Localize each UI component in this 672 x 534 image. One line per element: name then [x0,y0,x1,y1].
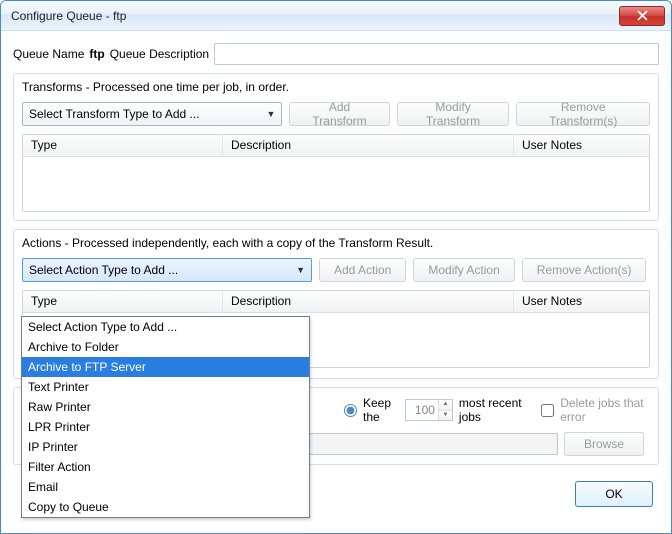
ok-button[interactable]: OK [575,481,653,507]
browse-button[interactable]: Browse [564,432,644,456]
keep-recent-radio[interactable] [344,404,357,417]
transforms-title: Transforms - Processed one time per job,… [22,80,650,94]
chevron-down-icon: ▼ [266,109,275,119]
action-type-combo-text: Select Action Type to Add ... [29,263,178,277]
spinner-down-icon[interactable]: ▼ [439,411,452,421]
transforms-table: Type Description User Notes [22,134,650,212]
col-type[interactable]: Type [23,291,223,312]
col-description[interactable]: Description [223,135,514,156]
transform-type-combo[interactable]: Select Transform Type to Add ... ▼ [22,102,282,126]
close-icon [637,10,648,21]
dropdown-option[interactable]: Copy to Queue [22,497,309,517]
col-description[interactable]: Description [223,291,514,312]
add-transform-button[interactable]: Add Transform [289,102,389,126]
recent-count-spinner[interactable]: ▲ ▼ [405,399,453,421]
recent-jobs-label: most recent jobs [459,396,525,424]
transforms-group: Transforms - Processed one time per job,… [13,73,659,221]
chevron-down-icon: ▼ [296,265,305,275]
dropdown-option[interactable]: Raw Printer [22,397,309,417]
queue-description-label: Queue Description [110,47,209,61]
close-button[interactable] [619,6,665,26]
col-user-notes[interactable]: User Notes [514,291,649,312]
action-type-dropdown[interactable]: Select Action Type to Add ...Archive to … [21,316,310,518]
dropdown-option[interactable]: Select Action Type to Add ... [22,317,309,337]
delete-error-label: Delete jobs that error [560,396,644,424]
window-title: Configure Queue - ftp [11,9,619,23]
dropdown-option[interactable]: Archive to FTP Server [22,357,309,377]
actions-title: Actions - Processed independently, each … [22,236,650,250]
remove-action-button[interactable]: Remove Action(s) [522,258,647,282]
dropdown-option[interactable]: IP Printer [22,437,309,457]
remove-transform-button[interactable]: Remove Transform(s) [516,102,650,126]
col-type[interactable]: Type [23,135,223,156]
col-user-notes[interactable]: User Notes [514,135,649,156]
transforms-table-body [23,157,649,212]
queue-description-input[interactable] [214,43,659,65]
action-type-combo[interactable]: Select Action Type to Add ... ▼ [22,258,312,282]
spinner-buttons[interactable]: ▲ ▼ [438,400,452,420]
titlebar: Configure Queue - ftp [1,1,671,31]
dropdown-option[interactable]: Text Printer [22,377,309,397]
queue-name-value: ftp [89,47,104,61]
delete-error-checkbox[interactable] [541,404,554,417]
dropdown-option[interactable]: Email [22,477,309,497]
keep-the-label: Keep the [363,396,399,424]
add-action-button[interactable]: Add Action [319,258,406,282]
configure-queue-window: Configure Queue - ftp Queue Name ftp Que… [0,0,672,534]
modify-transform-button[interactable]: Modify Transform [397,102,510,126]
spinner-up-icon[interactable]: ▲ [439,400,452,411]
modify-action-button[interactable]: Modify Action [413,258,514,282]
dropdown-option[interactable]: Filter Action [22,457,309,477]
dropdown-option[interactable]: Archive to Folder [22,337,309,357]
recent-count-input[interactable] [406,400,438,420]
dropdown-option[interactable]: LPR Printer [22,417,309,437]
transform-type-combo-text: Select Transform Type to Add ... [29,107,200,121]
queue-name-label: Queue Name [13,47,84,61]
queue-name-row: Queue Name ftp Queue Description [13,43,659,65]
